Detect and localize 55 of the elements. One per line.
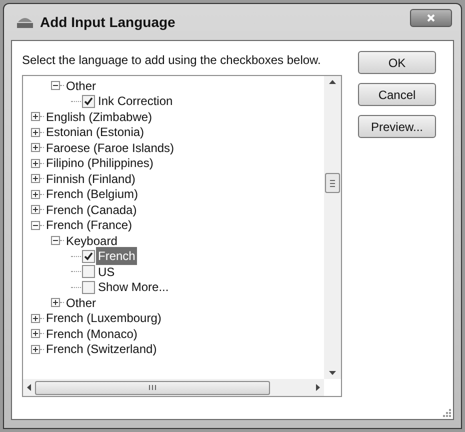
tree-item-label[interactable]: Ink Correction [96,92,175,110]
tree-item-label[interactable]: Faroese (Faroe Islands) [46,138,174,157]
checkmark-icon [84,252,93,261]
scroll-thumb[interactable] [35,380,270,394]
tree-item-label[interactable]: Keyboard [66,232,118,250]
expand-icon[interactable] [31,190,40,199]
tree-item-label[interactable]: French (Luxembourg) [46,309,162,328]
checkbox[interactable] [82,265,95,278]
tree-item-label[interactable]: French (Switzerland) [46,340,157,358]
instruction-text: Select the language to add using the checkboxes below. [22,52,322,69]
scroll-down-icon[interactable] [329,371,336,375]
tree-item-label[interactable]: Filipino (Philippines) [46,154,154,172]
tree-item-label[interactable]: Estonian (Estonia) [46,123,144,142]
expand-icon[interactable] [31,329,40,338]
horizontal-scrollbar[interactable] [23,379,324,396]
collapse-icon[interactable] [31,220,40,230]
scroll-right-icon[interactable] [316,384,320,391]
tree-item-label[interactable]: French (Canada) [46,200,137,219]
dialog-button[interactable]: Preview... [358,115,436,138]
expand-icon[interactable] [31,128,40,137]
tree-item-label[interactable]: French (Monaco) [46,324,138,343]
expand-icon[interactable] [31,174,40,184]
collapse-icon[interactable] [51,236,60,246]
checkbox[interactable] [82,250,95,263]
tree-item-label[interactable]: French [96,247,138,266]
collapse-icon[interactable] [51,81,60,90]
expand-icon[interactable] [31,314,40,323]
checkbox[interactable] [82,280,95,294]
window-title: Add Input Language [40,12,176,32]
expand-icon[interactable] [31,143,40,152]
dialog-button[interactable]: Cancel [358,83,436,106]
tree-item-label[interactable]: English (Zimbabwe) [46,108,152,126]
tree-item-label[interactable]: French (France) [46,216,132,234]
resize-grip-icon [443,409,451,417]
checkmark-icon [84,96,93,106]
scroll-up-icon[interactable] [329,80,336,84]
close-icon [427,14,435,22]
expand-icon[interactable] [51,298,60,308]
dialog-button[interactable]: OK [358,51,436,74]
scroll-left-icon[interactable] [27,384,31,391]
vertical-scrollbar[interactable] [324,76,341,379]
expand-icon[interactable] [31,344,40,354]
expand-icon[interactable] [31,112,40,122]
tree-item-label[interactable]: US [96,262,117,281]
expand-icon[interactable] [31,158,40,168]
tree-item-label[interactable]: Finnish (Finland) [46,170,136,188]
scroll-thumb[interactable] [325,173,340,193]
tree-item-label[interactable]: Show More... [96,278,171,296]
close-button[interactable] [410,9,452,27]
expand-icon[interactable] [31,205,40,214]
language-tree[interactable] [22,75,342,397]
tree-item-label[interactable]: French (Belgium) [46,185,138,204]
tree-item-label[interactable]: Other [66,294,96,312]
tree-item-label[interactable]: Other [66,76,96,95]
checkbox[interactable] [82,94,95,108]
